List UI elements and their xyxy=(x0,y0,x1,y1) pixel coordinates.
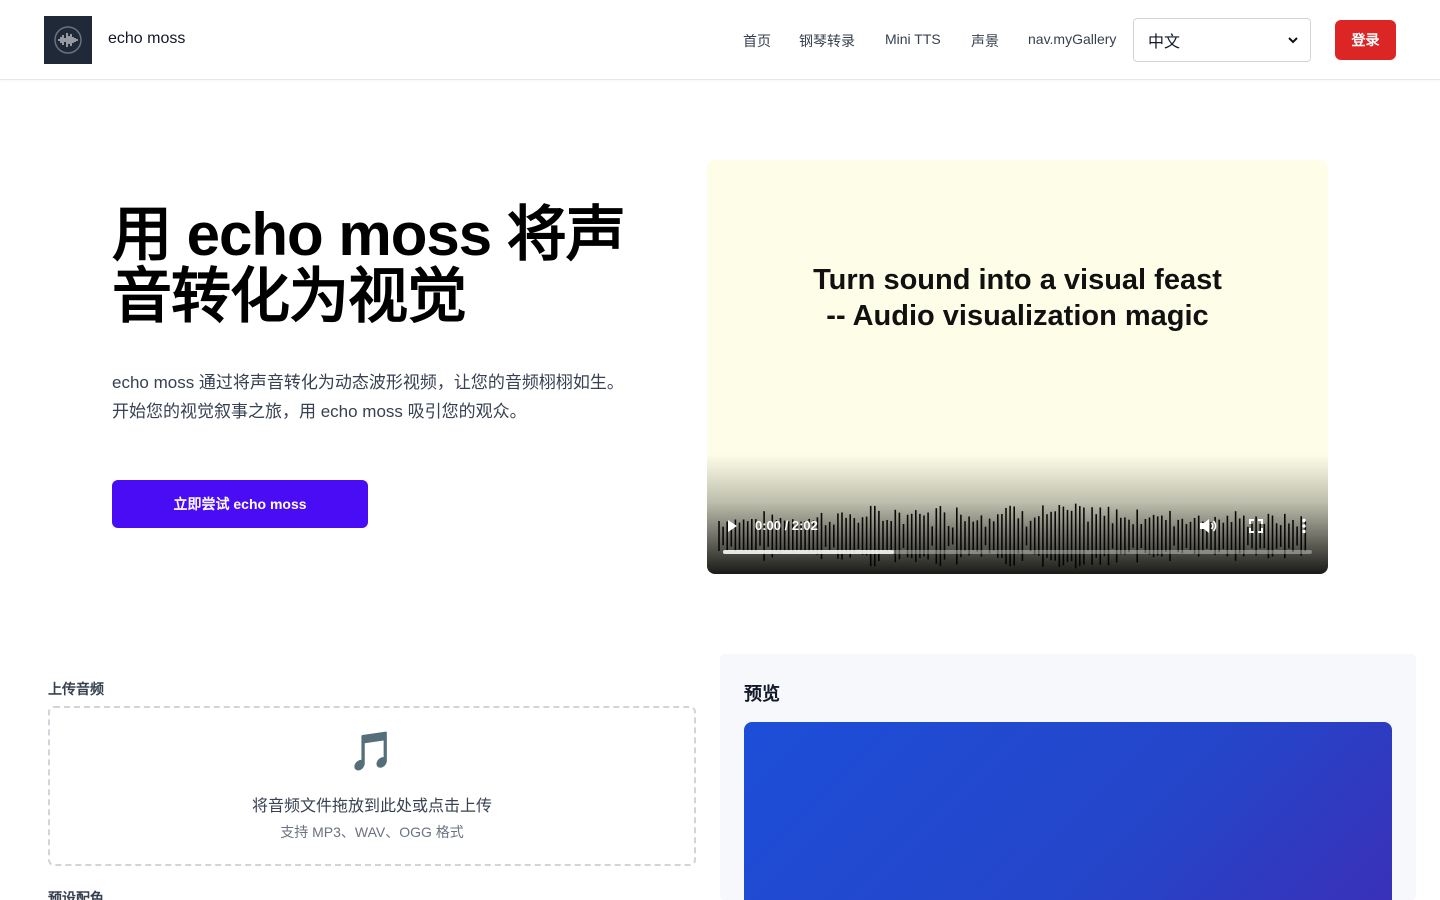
hero-title: 用 echo moss 将声音转化为视觉 xyxy=(112,201,626,330)
nav-my-gallery[interactable]: nav.myGallery xyxy=(1028,31,1116,47)
preview-canvas xyxy=(744,722,1392,900)
site-header: echo moss 首页 钢琴转录 Mini TTS 声景 nav.myGall… xyxy=(0,0,1440,80)
language-selected-value: 中文 xyxy=(1148,34,1181,51)
more-options-icon[interactable] xyxy=(1299,518,1309,534)
preset-colors-label: 预设配色 xyxy=(48,890,104,900)
volume-icon[interactable] xyxy=(1199,518,1217,534)
video-overlay-text: Turn sound into a visual feast -- Audio … xyxy=(707,262,1328,334)
dropzone-supported-formats: 支持 MP3、WAV、OGG 格式 xyxy=(280,824,464,840)
login-button[interactable]: 登录 xyxy=(1335,20,1396,60)
preview-title: 预览 xyxy=(744,684,780,704)
video-progress-bar[interactable] xyxy=(723,550,1312,554)
nav-mini-tts[interactable]: Mini TTS xyxy=(885,31,941,47)
brand-name[interactable]: echo moss xyxy=(108,30,185,48)
chevron-down-icon xyxy=(1288,37,1298,44)
nav-piano-transcription[interactable]: 钢琴转录 xyxy=(799,31,855,51)
upload-audio-label: 上传音频 xyxy=(48,681,104,697)
video-time: 0:00 / 2:02 xyxy=(755,518,818,533)
demo-video[interactable]: Turn sound into a visual feast -- Audio … xyxy=(707,160,1328,574)
dropzone-text: 将音频文件拖放到此处或点击上传 xyxy=(251,798,492,815)
nav-home[interactable]: 首页 xyxy=(743,31,771,51)
video-controls: 0:00 / 2:02 xyxy=(707,510,1328,574)
preview-panel: 预览 xyxy=(720,654,1416,900)
video-buffered-fill xyxy=(723,550,894,554)
video-overlay-line: Turn sound into a visual feast -- Audio … xyxy=(813,264,1222,332)
logo-waveform-icon xyxy=(54,26,82,54)
music-note-icon: 🎵 xyxy=(348,731,396,773)
try-now-button[interactable]: 立即尝试 echo moss xyxy=(112,480,368,528)
nav-soundscape[interactable]: 声景 xyxy=(971,31,999,51)
language-select[interactable]: 中文 xyxy=(1133,18,1311,62)
hero-description: echo moss 通过将声音转化为动态波形视频，让您的音频栩栩如生。开始您的视… xyxy=(112,373,624,421)
logo[interactable] xyxy=(44,16,92,64)
audio-dropzone[interactable]: 🎵 将音频文件拖放到此处或点击上传 支持 MP3、WAV、OGG 格式 xyxy=(48,706,696,866)
play-icon[interactable] xyxy=(725,519,739,533)
fullscreen-icon[interactable] xyxy=(1249,519,1263,533)
